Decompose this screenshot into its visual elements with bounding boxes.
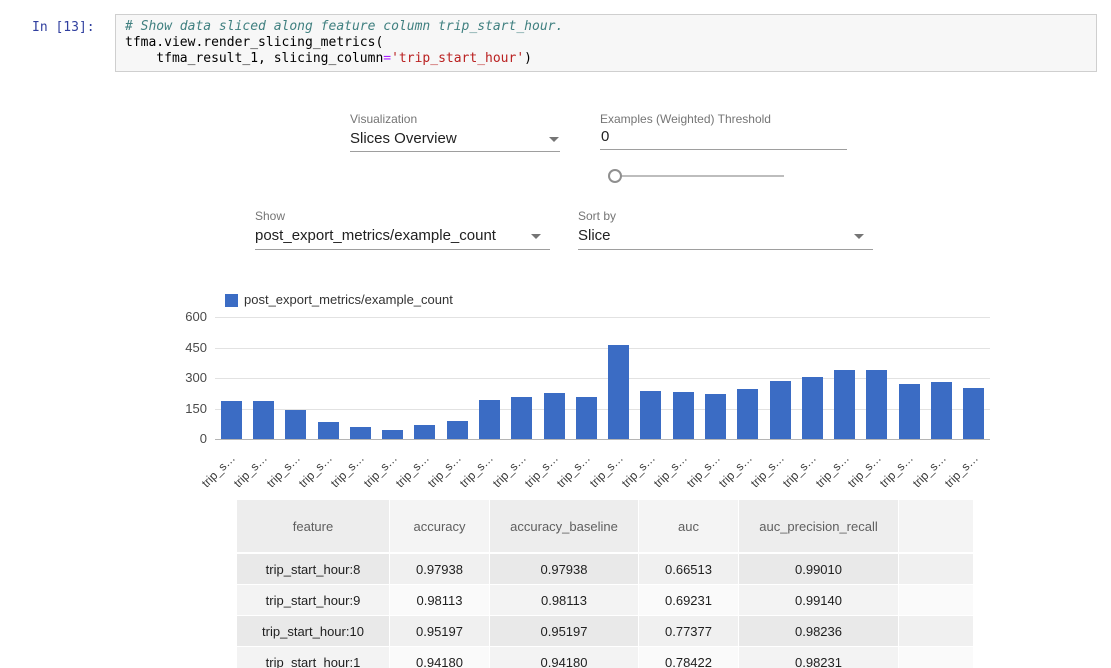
chart-y-tick-label: 450 — [150, 340, 207, 355]
chart-bar[interactable] — [253, 401, 274, 439]
table-cell: 0.98113 — [390, 585, 490, 616]
chart-bar[interactable] — [511, 397, 532, 439]
cell-input-prompt: In [13]: — [32, 20, 95, 35]
code-line: tfma_result_1, slicing_column='trip_star… — [125, 51, 1087, 67]
show-label: Show — [255, 209, 285, 223]
chart-bar[interactable] — [318, 422, 339, 439]
chart-bar[interactable] — [866, 370, 887, 439]
table-cell: 0.99010 — [739, 554, 899, 585]
table-cell: 0.69231 — [639, 585, 739, 616]
chart-bar[interactable] — [608, 345, 629, 439]
chart-bar[interactable] — [963, 388, 984, 439]
chart-bar[interactable] — [221, 401, 242, 439]
show-underline — [255, 249, 550, 250]
chart-gridline — [215, 317, 990, 318]
chart-bar[interactable] — [705, 394, 726, 439]
chart-bar[interactable] — [447, 421, 468, 439]
table-row: trip_start_hour:100.951970.951970.773770… — [237, 616, 973, 647]
visualization-select[interactable]: Slices Overview — [350, 130, 457, 147]
chart-bar[interactable] — [576, 397, 597, 439]
table-cell: 0.95197 — [490, 616, 639, 647]
code-line: tfma.view.render_slicing_metrics( — [125, 35, 1087, 51]
table-cell-feature: trip_start_hour:9 — [237, 585, 390, 616]
chart-plot — [215, 317, 990, 439]
chart-bar[interactable] — [382, 430, 403, 439]
chart-gridline — [215, 348, 990, 349]
table-header-cell[interactable]: average_los — [899, 500, 973, 554]
metrics-table-container: featureaccuracyaccuracy_baselineaucauc_p… — [237, 500, 973, 668]
table-cell: 0.98236 — [739, 616, 899, 647]
legend-label: post_export_metrics/example_count — [244, 292, 453, 307]
table-cell-feature: trip_start_hour:1 — [237, 647, 390, 668]
table-cell: 0.97938 — [490, 554, 639, 585]
table-cell: 0.97938 — [390, 554, 490, 585]
table-cell: 0.1901 — [899, 647, 973, 668]
legend-swatch — [225, 294, 238, 307]
chart-y-tick-label: 600 — [150, 309, 207, 324]
table-cell: 0.95197 — [390, 616, 490, 647]
table-row: trip_start_hour:80.979380.979380.665130.… — [237, 554, 973, 585]
table-cell: 0.98113 — [490, 585, 639, 616]
chart-bar[interactable] — [640, 391, 661, 439]
table-cell-feature: trip_start_hour:8 — [237, 554, 390, 585]
table-cell: 0.94180 — [490, 647, 639, 668]
chart-bar[interactable] — [770, 381, 791, 439]
chart-bar[interactable] — [479, 400, 500, 439]
threshold-input[interactable] — [600, 128, 847, 150]
metrics-table-body: trip_start_hour:80.979380.979380.665130.… — [237, 554, 973, 668]
table-cell: 0.77377 — [639, 616, 739, 647]
visualization-label: Visualization — [350, 112, 417, 126]
threshold-slider-handle[interactable] — [608, 169, 622, 183]
chart-y-tick-label: 0 — [150, 431, 207, 446]
chevron-down-icon[interactable] — [549, 137, 559, 142]
chart-x-axis: trip_s…trip_s…trip_s…trip_s…trip_s…trip_… — [215, 441, 990, 486]
chart-bar[interactable] — [802, 377, 823, 439]
code-editor[interactable]: # Show data sliced along feature column … — [115, 14, 1097, 72]
show-metric-select[interactable]: post_export_metrics/example_count — [255, 227, 496, 244]
table-header-cell[interactable]: accuracy_baseline — [490, 500, 639, 554]
table-cell: 0.0892 — [899, 585, 973, 616]
chart-gridline — [215, 439, 990, 440]
code-line: # Show data sliced along feature column … — [125, 19, 1087, 35]
table-row: trip_start_hour:90.981130.981130.692310.… — [237, 585, 973, 616]
chart-bar[interactable] — [285, 410, 306, 439]
threshold-slider-track[interactable] — [612, 175, 784, 177]
table-cell: 0.1541 — [899, 616, 973, 647]
table-header-cell[interactable]: feature — [237, 500, 390, 554]
table-header-cell[interactable]: accuracy — [390, 500, 490, 554]
table-row: trip_start_hour:10.941800.941800.784220.… — [237, 647, 973, 668]
chart-bar[interactable] — [737, 389, 758, 439]
table-cell: 0.78422 — [639, 647, 739, 668]
chart-bar[interactable] — [544, 393, 565, 439]
chart-bar[interactable] — [834, 370, 855, 439]
metrics-table-head-row: featureaccuracyaccuracy_baselineaucauc_p… — [237, 500, 973, 554]
chevron-down-icon[interactable] — [531, 234, 541, 239]
table-header-cell[interactable]: auc_precision_recall — [739, 500, 899, 554]
table-cell: 0.99140 — [739, 585, 899, 616]
sort-by-underline — [578, 249, 873, 250]
table-header-cell[interactable]: auc — [639, 500, 739, 554]
chart-bar[interactable] — [673, 392, 694, 439]
chart-y-axis: 0150300450600 — [150, 317, 207, 457]
visualization-underline — [350, 151, 560, 152]
threshold-label: Examples (Weighted) Threshold — [600, 112, 771, 126]
chart-bar[interactable] — [414, 425, 435, 439]
table-cell: 0.66513 — [639, 554, 739, 585]
sort-by-select[interactable]: Slice — [578, 227, 611, 244]
chart-bar[interactable] — [350, 427, 371, 439]
chevron-down-icon[interactable] — [854, 234, 864, 239]
sort-by-label: Sort by — [578, 209, 616, 223]
chart-y-tick-label: 150 — [150, 401, 207, 416]
table-cell: 0.1111 — [899, 554, 973, 585]
chart-bar[interactable] — [931, 382, 952, 439]
chart-bar[interactable] — [899, 384, 920, 439]
table-cell-feature: trip_start_hour:10 — [237, 616, 390, 647]
chart-y-tick-label: 300 — [150, 370, 207, 385]
table-cell: 0.94180 — [390, 647, 490, 668]
metrics-table: featureaccuracyaccuracy_baselineaucauc_p… — [237, 500, 973, 668]
notebook-page: In [13]: # Show data sliced along featur… — [0, 0, 1111, 668]
table-cell: 0.98231 — [739, 647, 899, 668]
